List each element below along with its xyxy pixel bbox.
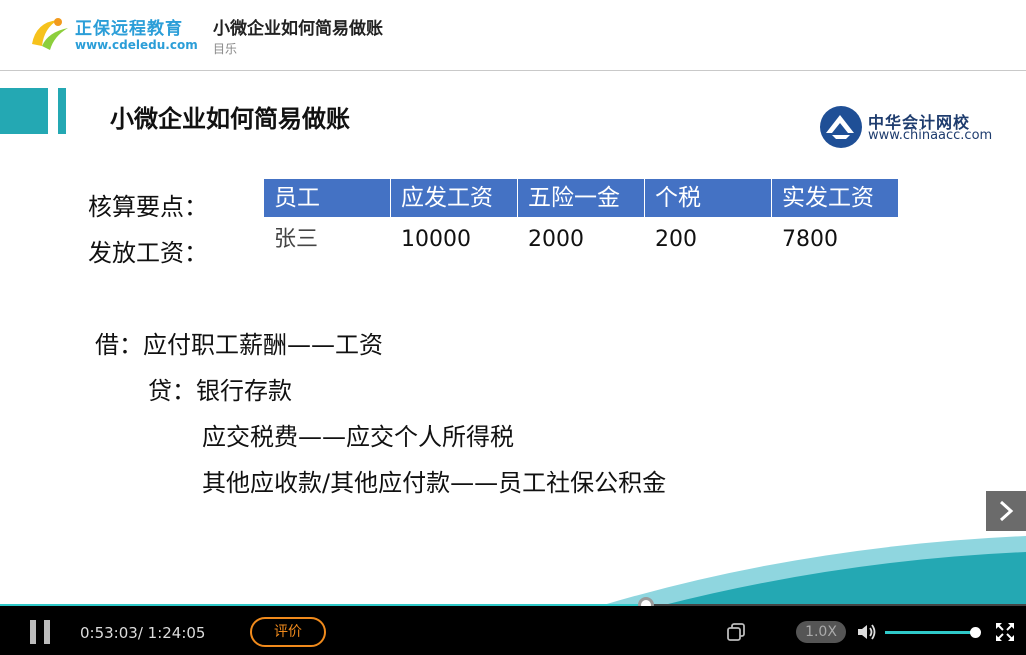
table-cell: 200 [655, 227, 697, 252]
header: 正保远程教育 www.cdeledu.com 小微企业如何简易做账 目乐 [0, 0, 1026, 70]
title-accent-bar [0, 88, 48, 134]
table-cell: 2000 [528, 227, 584, 252]
playback-speed-button[interactable]: 1.0X [796, 621, 846, 643]
table-header-cell: 实发工资 [772, 179, 898, 217]
title-accent-stripe [58, 88, 66, 134]
time-display: 0:53:03/ 1:24:05 [80, 624, 206, 642]
table-header-cell: 五险一金 [518, 179, 644, 217]
table-row: 张三 10000 2000 200 7800 [264, 225, 899, 255]
salary-table: 员工 应发工资 五险一金 个税 实发工资 张三 10000 2000 200 7… [264, 179, 899, 255]
pause-button[interactable] [30, 620, 52, 644]
partner-url: www.chinaacc.com [868, 128, 993, 143]
cdeledu-logo-icon [32, 18, 68, 50]
slide-title: 小微企业如何简易做账 [110, 105, 350, 133]
table-cell: 7800 [782, 227, 838, 252]
entry-debit: 借：应付职工薪酬——工资 [95, 331, 383, 359]
video-slide[interactable]: 小微企业如何简易做账 中华会计网校 www.chinaacc.com 核算要点：… [0, 70, 1026, 606]
volume-fill [885, 631, 976, 634]
chinaacc-logo-icon [820, 106, 862, 148]
table-header-cell: 个税 [645, 179, 771, 217]
brand-url: www.cdeledu.com [75, 38, 198, 52]
entry-credit-social: 其他应收款/其他应付款——员工社保公积金 [202, 469, 667, 497]
brand-name: 正保远程教育 [75, 19, 183, 39]
picture-in-picture-icon[interactable] [726, 622, 746, 642]
table-cell: 10000 [401, 227, 471, 252]
fullscreen-icon[interactable] [994, 621, 1016, 643]
chevron-right-icon [999, 500, 1014, 522]
table-header-cell: 应发工资 [391, 179, 517, 217]
table-header-cell: 员工 [264, 179, 390, 217]
label-pay-wages: 发放工资： [88, 239, 208, 267]
slide-footer-wave [600, 536, 1026, 606]
course-subtitle: 目乐 [213, 42, 238, 56]
volume-icon[interactable] [856, 622, 878, 642]
table-header: 员工 应发工资 五险一金 个税 实发工资 [264, 179, 899, 217]
entry-credit: 贷：银行存款 [148, 377, 292, 405]
course-title: 小微企业如何简易做账 [213, 19, 383, 39]
entry-credit-tax: 应交税费——应交个人所得税 [202, 423, 514, 451]
label-key-points: 核算要点： [88, 193, 208, 221]
table-cell: 张三 [274, 227, 319, 252]
rate-button[interactable]: 评价 [250, 617, 326, 647]
next-slide-button[interactable] [986, 491, 1026, 531]
